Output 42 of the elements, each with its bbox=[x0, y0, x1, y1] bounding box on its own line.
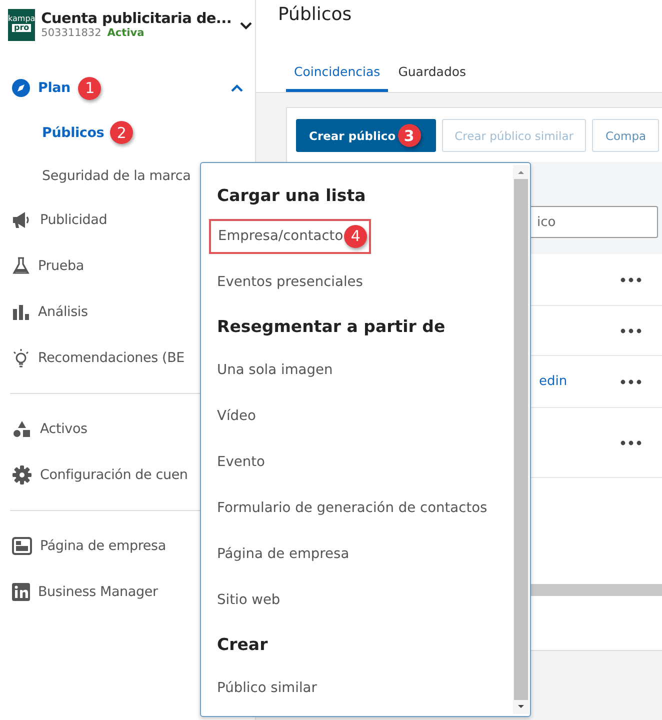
building-page-icon bbox=[12, 537, 32, 555]
menu-item[interactable]: Público similar bbox=[217, 665, 317, 711]
menu-item[interactable]: Evento bbox=[217, 439, 265, 485]
more-icon[interactable] bbox=[620, 328, 642, 334]
step-badge: 4 bbox=[344, 224, 368, 248]
menu-item[interactable]: Sitio web bbox=[217, 577, 280, 623]
more-icon[interactable] bbox=[620, 276, 642, 282]
menu-heading: Resegmentar a partir de bbox=[217, 316, 446, 338]
sidebar-item[interactable]: Plan 1 bbox=[0, 65, 255, 111]
menu-heading: Cargar una lista bbox=[217, 184, 366, 207]
account-name: Cuenta publicitaria de... bbox=[41, 11, 232, 27]
lightbulb-icon bbox=[12, 348, 30, 368]
compass-icon bbox=[12, 79, 30, 97]
account-id: 503311832 bbox=[41, 27, 102, 39]
step-badge: 2 bbox=[110, 121, 134, 144]
account-status: Activa bbox=[107, 27, 144, 39]
step-badge: 1 bbox=[78, 76, 102, 100]
menu-item[interactable]: Página de empresa bbox=[217, 531, 350, 577]
linkedin-icon bbox=[12, 583, 30, 601]
megaphone-icon bbox=[12, 211, 32, 229]
menu-item[interactable]: Eventos presenciales bbox=[217, 259, 363, 305]
settings-icon bbox=[12, 465, 32, 485]
menu-heading: Crear bbox=[217, 634, 268, 656]
tab[interactable]: Coincidencias bbox=[286, 56, 388, 92]
menu-item[interactable]: Una sola imagen bbox=[217, 347, 333, 393]
page-title: Públicos bbox=[278, 4, 353, 27]
menu-item[interactable]: Vídeo bbox=[217, 393, 256, 439]
shapes-icon bbox=[12, 420, 32, 438]
flask-icon bbox=[12, 257, 30, 275]
more-icon[interactable] bbox=[620, 378, 642, 384]
audience-link[interactable]: edin bbox=[539, 374, 568, 389]
action-button[interactable]: Crear público 3 bbox=[296, 119, 436, 152]
menu-item[interactable]: Formulario de generación de contactos bbox=[217, 485, 488, 531]
step-badge: 3 bbox=[398, 124, 421, 147]
sidebar-subitem[interactable]: Públicos 2 bbox=[0, 111, 255, 154]
bar-chart-icon bbox=[12, 303, 30, 321]
more-icon[interactable] bbox=[620, 440, 642, 446]
search-field[interactable]: ico bbox=[528, 206, 658, 238]
menu-item[interactable]: Empresa/contacto 4 bbox=[209, 218, 372, 254]
company-logo: kampa pro bbox=[8, 9, 36, 41]
tab[interactable]: Guardados bbox=[390, 56, 474, 92]
scrollbar[interactable] bbox=[513, 165, 529, 714]
